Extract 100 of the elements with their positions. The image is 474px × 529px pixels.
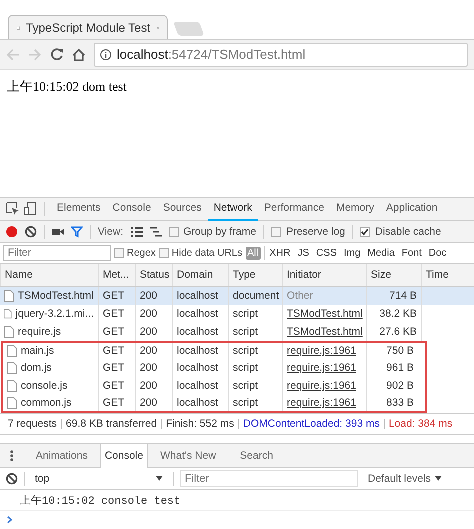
list-view-icon[interactable] (130, 226, 142, 236)
table-cell: localhost (172, 323, 228, 341)
table-cell: GET (98, 305, 135, 323)
home-icon[interactable] (72, 48, 86, 62)
drawer-tab[interactable]: Animations (24, 444, 100, 468)
table-cell: 714 B (366, 287, 421, 305)
column-header[interactable]: Time (421, 264, 474, 286)
initiator-link[interactable]: TSModTest.html (287, 308, 363, 320)
table-cell: localhost (172, 395, 228, 411)
clear-icon[interactable] (25, 226, 37, 238)
prompt-icon[interactable] (7, 516, 13, 524)
status-text: 69.8 KB transferred (65, 418, 158, 430)
table-cell: script (228, 305, 282, 323)
browser-tab[interactable]: TypeScript Module Test (8, 15, 168, 39)
waterfall-view-icon[interactable] (150, 226, 162, 236)
table-cell: localhost (172, 343, 228, 359)
table-cell[interactable]: TSModTest.html (0, 287, 98, 305)
initiator-link[interactable]: require.js:1961 (287, 380, 356, 392)
column-header[interactable]: Type (228, 264, 282, 286)
table-cell: script (228, 359, 282, 377)
file-icon (7, 345, 17, 357)
column-header[interactable]: Size (366, 264, 421, 286)
file-icon (4, 308, 12, 320)
reload-icon[interactable] (50, 48, 64, 62)
drawer-tab[interactable]: Search (228, 444, 286, 468)
drawer-tab[interactable]: What's New (148, 444, 228, 468)
dropdown-arrow-icon (156, 476, 163, 481)
filter-icon[interactable] (71, 226, 83, 238)
type-filter[interactable]: JS (296, 246, 312, 260)
table-cell[interactable]: common.js (3, 395, 98, 411)
dropdown-arrow-icon (435, 476, 442, 481)
inspect-icon[interactable] (6, 202, 20, 216)
address-field[interactable]: localhost:54724/TSModTest.html (94, 42, 468, 66)
levels-dropdown[interactable]: Default levels (368, 472, 442, 484)
devtools-tab[interactable]: Performance (258, 197, 330, 221)
checkbox[interactable] (360, 226, 370, 236)
table-cell: script (228, 343, 282, 359)
video-camera-icon[interactable] (52, 226, 64, 236)
initiator-link[interactable]: require.js:1961 (287, 362, 356, 374)
checkbox-label[interactable]: Hide data URLs (172, 248, 242, 258)
column-header[interactable]: Status (135, 264, 172, 286)
column-header[interactable]: Name (0, 264, 98, 286)
column-header[interactable]: Initiator (282, 264, 366, 286)
table-cell: 200 (135, 323, 172, 341)
devtools-tab[interactable]: Memory (330, 197, 380, 221)
table-cell: script (228, 323, 282, 341)
checkbox[interactable] (168, 226, 178, 236)
devtools-tab[interactable]: Console (106, 197, 158, 221)
devtools-tab[interactable]: Elements (51, 197, 107, 221)
column-header[interactable]: Domain (172, 264, 228, 286)
devtools-tab[interactable]: Sources (157, 197, 208, 221)
column-header[interactable]: Met... (98, 264, 135, 286)
checkbox-label[interactable]: Preserve log (286, 226, 346, 238)
clear-icon[interactable] (6, 472, 18, 484)
drawer-tab[interactable]: Console (100, 444, 148, 468)
context-selector[interactable]: top (31, 472, 167, 484)
table-cell: GET (98, 343, 135, 359)
table-cell: GET (98, 287, 135, 305)
page-text: 上午10:15:02 dom test (7, 79, 127, 94)
devtools-tab[interactable]: Application (380, 197, 444, 221)
table-cell: 902 B (366, 377, 418, 395)
table-cell: Other (287, 290, 314, 302)
file-icon (7, 362, 17, 374)
checkbox-label[interactable]: Regex (127, 248, 156, 258)
table-cell[interactable]: require.js (0, 323, 98, 341)
table-cell: 38.2 KB (366, 305, 421, 323)
checkbox[interactable] (271, 226, 282, 236)
table-cell: localhost (172, 287, 228, 305)
table-cell[interactable]: console.js (3, 377, 98, 395)
table-cell: 200 (135, 377, 172, 395)
type-filter[interactable]: CSS (314, 246, 339, 260)
checkbox-label[interactable]: Disable cache (375, 226, 442, 238)
table-cell: 833 B (366, 395, 418, 411)
type-filter[interactable]: XHR (268, 246, 293, 260)
type-filter[interactable]: Img (342, 246, 363, 260)
table-cell: GET (98, 359, 135, 377)
checkbox[interactable] (114, 248, 124, 258)
filter-field[interactable]: Filter (180, 470, 358, 487)
status-text: Finish: 552 ms (165, 418, 236, 430)
table-cell[interactable]: dom.js (3, 359, 98, 377)
checkbox-label[interactable]: Group by frame (184, 226, 256, 238)
more-icon[interactable] (10, 450, 14, 462)
initiator-link[interactable]: require.js:1961 (287, 397, 356, 409)
table-cell[interactable]: jquery-3.2.1.mi... (0, 305, 98, 323)
type-filter[interactable]: Media (366, 246, 397, 260)
table-cell: 750 B (366, 343, 418, 359)
initiator-link[interactable]: TSModTest.html (287, 326, 363, 338)
record-icon[interactable] (6, 226, 18, 238)
initiator-link[interactable]: require.js:1961 (287, 345, 356, 357)
table-cell: 27.6 KB (366, 323, 421, 341)
file-icon (4, 290, 14, 302)
type-filter[interactable]: Doc (426, 246, 449, 260)
device-icon[interactable] (24, 202, 38, 216)
table-cell[interactable]: main.js (3, 343, 98, 359)
type-filter[interactable]: Font (400, 246, 424, 260)
filter-field[interactable]: Filter (3, 245, 111, 261)
checkbox[interactable] (158, 248, 169, 258)
view-label: View: (98, 226, 124, 238)
console-message: 上午10:15:02 console test (20, 494, 181, 508)
table-cell: 200 (135, 287, 172, 305)
